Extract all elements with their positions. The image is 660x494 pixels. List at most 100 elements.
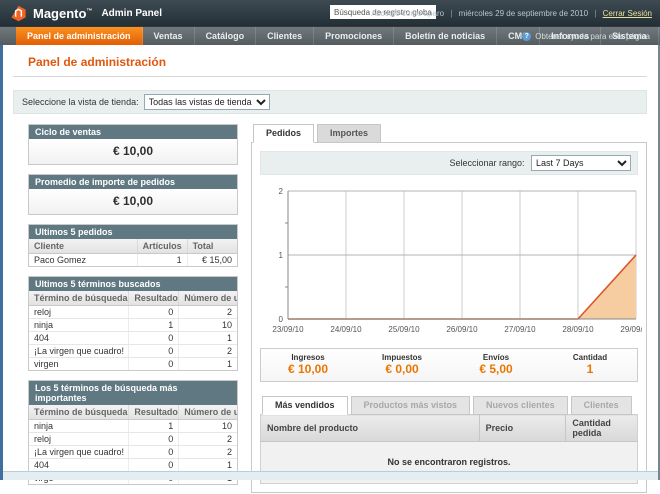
cell-term: virgen	[29, 358, 129, 371]
total-env-os: Envíos€ 5,00	[449, 353, 543, 376]
cell-value: 1	[129, 319, 179, 332]
lifetime-sales-box: Ciclo de ventas € 10,00	[28, 124, 238, 165]
total-label: Envíos	[449, 353, 543, 362]
help-link[interactable]: ? Obtener ayuda para esta página	[522, 27, 650, 46]
cell-term: reloj	[29, 433, 129, 446]
nav-item-bolet-n-de-noticias[interactable]: Boletín de noticias	[394, 27, 497, 45]
mini-table-ultimos-5-pedidos: ClienteArtículosTotalPaco Gomez1€ 15,00	[29, 239, 237, 266]
cell-value: 0	[129, 332, 179, 345]
orders-chart: 01223/09/1024/09/1025/09/1026/09/1027/09…	[260, 183, 638, 342]
logout-link[interactable]: Cerrar Sesión	[603, 9, 652, 18]
cell-term: ninja	[29, 420, 129, 433]
svg-text:23/09/10: 23/09/10	[272, 325, 304, 334]
cell-value: 1	[129, 420, 179, 433]
col-total: Total	[187, 239, 237, 254]
dashboard-panel: Seleccionar rango: Last 7 Days 0 1 2 23/09/…	[251, 142, 647, 493]
dashboard-left-column: Ciclo de ventas € 10,00 Promedio de impo…	[28, 124, 238, 494]
tab-pedidos[interactable]: Pedidos	[253, 124, 314, 143]
cell-value: 2	[179, 446, 237, 459]
col-cliente: Cliente	[29, 239, 137, 254]
table-row: reloj02	[29, 306, 237, 319]
store-view-select[interactable]: Todas las vistas de tienda	[144, 94, 270, 110]
range-label: Seleccionar rango:	[449, 158, 524, 168]
cell-value: 1	[137, 254, 187, 267]
magento-logo: Magento™ Admin Panel	[10, 5, 162, 22]
tab-m-s-vendidos[interactable]: Más vendidos	[262, 396, 348, 415]
cell-value: 10	[179, 420, 237, 433]
tab-nuevos-clientes[interactable]: Nuevos clientes	[473, 396, 568, 415]
box-title: Ultimos 5 términos buscados	[29, 277, 237, 291]
dashboard-right-column: PedidosImportes Seleccionar rango: Last …	[251, 124, 647, 493]
top-header-bar: Magento™ Admin Panel Accedió como aparo …	[0, 0, 660, 26]
nav-item-cat-logo[interactable]: Catálogo	[195, 27, 257, 45]
cell-value: 2	[179, 306, 237, 319]
window-frame-left	[0, 45, 3, 480]
cell-value: 0	[129, 306, 179, 319]
col-t-rmino-de-b-squeda: Término de búsqueda	[29, 405, 129, 420]
svg-text:26/09/10: 26/09/10	[446, 325, 478, 334]
range-bar: Seleccionar rango: Last 7 Days	[260, 151, 638, 175]
mini-table-ultimos-5-t-rminos-buscados: Término de búsquedaResultadosNúmero de u…	[29, 291, 237, 370]
box-los-5-t-rminos-de-b-squeda-m-s-importantes: Los 5 términos de búsqueda más important…	[28, 380, 238, 485]
cell-value: 10	[179, 319, 237, 332]
svg-text:1: 1	[279, 251, 284, 260]
cell-value: 0	[129, 446, 179, 459]
col-resultados: Resultados	[129, 405, 179, 420]
tab-importes[interactable]: Importes	[317, 124, 381, 143]
cell-value: 0	[129, 358, 179, 371]
cell-value: € 15,00	[187, 254, 237, 267]
grid-col-price: Precio	[479, 415, 566, 442]
cell-term: ¡La virgen que cuadro!	[29, 446, 129, 459]
cell-value: 1	[179, 332, 237, 345]
cell-value: 2	[179, 345, 237, 358]
average-orders-value: € 10,00	[29, 189, 237, 214]
total-ingresos: Ingresos€ 10,00	[261, 353, 355, 376]
average-orders-title: Promedio de importe de pedidos	[29, 175, 237, 189]
bottom-tabs: Más vendidosProductos más vistosNuevos c…	[262, 396, 638, 415]
nav-item-promociones[interactable]: Promociones	[314, 27, 394, 45]
tab-clientes[interactable]: Clientes	[571, 396, 632, 415]
table-row: ninja110	[29, 420, 237, 433]
total-value: € 10,00	[261, 362, 355, 376]
box-title: Los 5 términos de búsqueda más important…	[29, 381, 237, 405]
cell-term: ¡La virgen que cuadro!	[29, 345, 129, 358]
nav-item-panel-de-administraci-n[interactable]: Panel de administración	[16, 27, 143, 45]
brand-name: Magento™	[33, 6, 92, 21]
total-cantidad: Cantidad1	[543, 353, 637, 376]
totals-row: Ingresos€ 10,00Impuestos€ 0,00Envíos€ 5,…	[260, 348, 638, 382]
cell-term: 404	[29, 332, 129, 345]
table-row: reloj02	[29, 433, 237, 446]
logged-in-as: Accedió como aparo	[371, 9, 444, 18]
tab-productos-m-s-vistos[interactable]: Productos más vistos	[351, 396, 471, 415]
total-label: Cantidad	[543, 353, 637, 362]
svg-text:0: 0	[279, 315, 284, 324]
magento-logo-icon	[10, 5, 27, 22]
table-row: 40401	[29, 332, 237, 345]
title-divider	[13, 76, 647, 77]
svg-text:2: 2	[279, 187, 284, 196]
window-frame-bottom	[0, 471, 660, 480]
total-label: Impuestos	[355, 353, 449, 362]
grid-col-qty: Cantidad pedida	[566, 415, 638, 442]
average-orders-box: Promedio de importe de pedidos € 10,00	[28, 174, 238, 215]
nav-item-clientes[interactable]: Clientes	[256, 27, 314, 45]
table-row: Paco Gomez1€ 15,00	[29, 254, 237, 267]
table-row: virgen01	[29, 358, 237, 371]
nav-item-ventas[interactable]: Ventas	[143, 27, 195, 45]
main-nav: Panel de administraciónVentasCatálogoCli…	[0, 26, 660, 45]
cell-term: Paco Gomez	[29, 254, 137, 267]
svg-text:29/09/10: 29/09/10	[620, 325, 642, 334]
range-select[interactable]: Last 7 Days	[531, 155, 631, 171]
table-row: ¡La virgen que cuadro!02	[29, 345, 237, 358]
help-label: Obtener ayuda para esta página	[535, 32, 650, 41]
cell-value: 1	[179, 358, 237, 371]
total-impuestos: Impuestos€ 0,00	[355, 353, 449, 376]
cell-term: ninja	[29, 319, 129, 332]
cell-value: 1	[179, 459, 237, 472]
svg-text:27/09/10: 27/09/10	[504, 325, 536, 334]
cell-value: 0	[129, 345, 179, 358]
store-view-bar: Seleccione la vista de tienda: Todas las…	[13, 90, 647, 114]
col-resultados: Resultados	[129, 291, 179, 306]
help-icon: ?	[522, 32, 531, 41]
svg-text:24/09/10: 24/09/10	[330, 325, 362, 334]
